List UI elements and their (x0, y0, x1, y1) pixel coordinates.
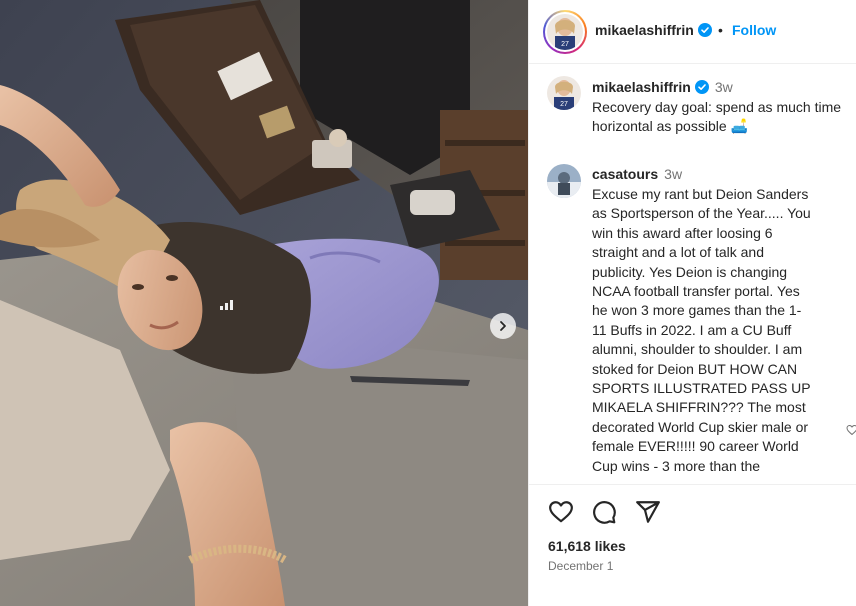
likes-count[interactable]: 61,618 likes (548, 538, 626, 554)
heart-icon[interactable] (548, 499, 574, 525)
next-photo-button[interactable] (490, 313, 516, 339)
post-date[interactable]: December 1 (548, 559, 613, 573)
comments-list[interactable]: 27 mikaelashiffrin 3w Recovery day goal: … (529, 64, 856, 484)
post-photo[interactable] (0, 0, 528, 606)
follow-button[interactable]: Follow (732, 22, 776, 38)
header-username[interactable]: mikaelashiffrin (595, 22, 712, 38)
instagram-post-view: 27 mikaelashiffrin • Follow 27 mikaelash… (0, 0, 856, 606)
caption-time: 3w (714, 79, 733, 95)
separator-dot: • (718, 22, 723, 38)
avatar[interactable]: 27 (547, 14, 583, 50)
caption-text: Recovery day goal: spend as much time ho… (592, 99, 842, 135)
post-header: 27 mikaelashiffrin • Follow (529, 0, 856, 64)
comment-avatar[interactable] (547, 164, 581, 198)
photo-illustration (0, 0, 528, 606)
caption-avatar[interactable]: 27 (547, 76, 581, 110)
chevron-right-icon (500, 321, 506, 331)
share-icon[interactable] (635, 499, 661, 525)
post-details-pane: 27 mikaelashiffrin • Follow 27 mikaelash… (528, 0, 856, 606)
comment-time: 3w (664, 166, 683, 182)
comment-text: Excuse my rant but Deion Sanders as Spor… (592, 186, 811, 474)
post-actions: 61,618 likes December 1 (529, 484, 856, 606)
verified-badge-icon (694, 80, 709, 94)
svg-text:27: 27 (560, 101, 568, 108)
comment-username[interactable]: casatours 3w (592, 166, 682, 182)
svg-text:27: 27 (561, 41, 569, 48)
comment-icon[interactable] (591, 499, 617, 525)
comment-like-icon[interactable] (846, 424, 856, 436)
verified-badge-icon (697, 23, 712, 37)
caption-username[interactable]: mikaelashiffrin 3w (592, 79, 733, 95)
